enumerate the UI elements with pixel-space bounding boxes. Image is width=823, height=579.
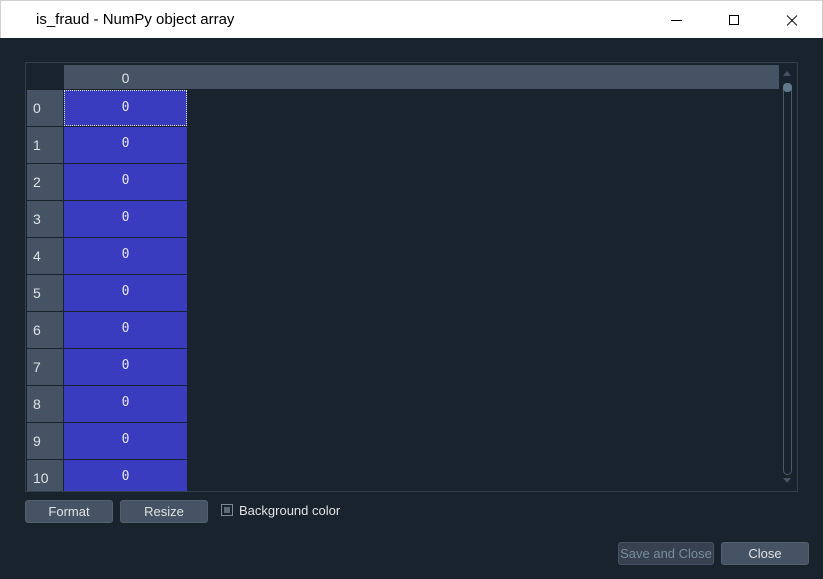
maximize-icon [729,15,739,25]
table-cell[interactable]: 0 [64,275,187,311]
row-header[interactable]: 7 [27,349,63,385]
scroll-handle[interactable] [783,83,792,92]
table-cell[interactable]: 0 [64,201,187,237]
scroll-up-icon[interactable] [783,71,791,76]
scroll-down-icon[interactable] [783,478,791,483]
window-title: is_fraud - NumPy object array [36,11,235,28]
table-cell[interactable]: 0 [64,238,187,274]
minimize-button[interactable] [647,1,705,39]
table-cell[interactable]: 0 [64,90,187,126]
background-color-label[interactable]: Background color [239,503,340,518]
maximize-button[interactable] [705,1,763,39]
row-header[interactable]: 0 [27,90,63,126]
table-cell[interactable]: 0 [64,312,187,348]
column-header[interactable]: 0 [64,65,187,89]
row-header[interactable]: 8 [27,386,63,422]
row-header[interactable]: 9 [27,423,63,459]
table-cell[interactable]: 0 [64,349,187,385]
close-window-button[interactable] [763,1,821,39]
table-cell[interactable]: 0 [64,164,187,200]
table-cell[interactable]: 0 [64,423,187,459]
vertical-scrollbar[interactable] [780,65,794,489]
scroll-track[interactable] [783,83,792,475]
row-header[interactable]: 3 [27,201,63,237]
table-cell[interactable]: 0 [64,127,187,163]
minimize-icon [670,19,682,21]
array-table[interactable]: 0 0 0 1 0 2 0 3 0 4 0 5 0 6 0 7 0 8 0 9 0 10 0 [25,62,798,492]
save-and-close-button[interactable]: Save and Close [618,542,714,565]
row-header[interactable]: 10 [27,460,63,491]
resize-button[interactable]: Resize [120,500,208,523]
table-corner [27,65,64,89]
title-bar: is_fraud - NumPy object array [0,0,823,38]
format-button[interactable]: Format [25,500,113,523]
row-header[interactable]: 4 [27,238,63,274]
table-cell[interactable]: 0 [64,460,187,491]
table-cell[interactable]: 0 [64,386,187,422]
row-header[interactable]: 2 [27,164,63,200]
close-button[interactable]: Close [721,542,809,565]
background-color-checkbox[interactable] [221,504,233,516]
close-icon [786,14,798,26]
row-header[interactable]: 6 [27,312,63,348]
row-header[interactable]: 5 [27,275,63,311]
row-header[interactable]: 1 [27,127,63,163]
